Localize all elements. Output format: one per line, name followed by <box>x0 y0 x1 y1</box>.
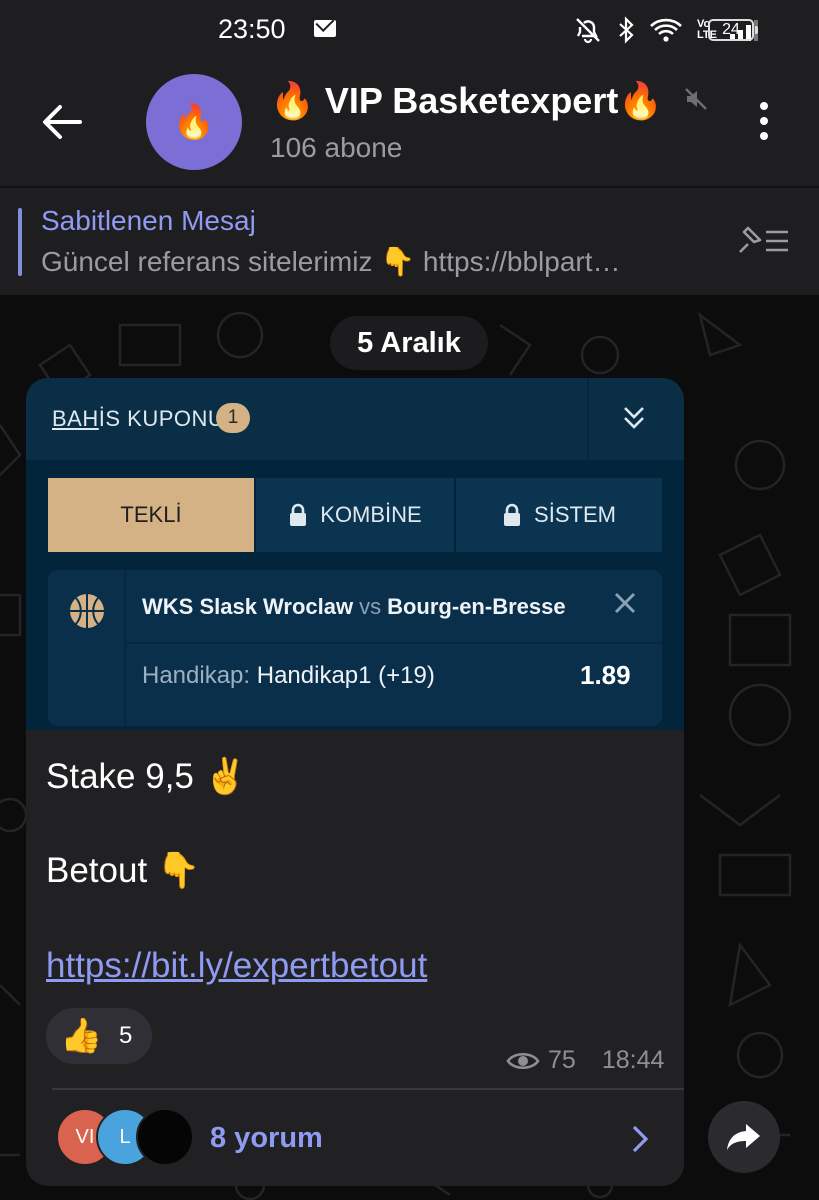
status-bar: 23:50 Vo LTE 24 <box>0 0 819 62</box>
lock-icon <box>504 503 521 526</box>
message-time: 18:44 <box>601 1046 665 1074</box>
message-meta: 75 18:44 <box>506 1046 664 1075</box>
subscriber-count: 106 abone <box>270 132 403 163</box>
more-options-icon[interactable] <box>752 102 776 146</box>
coupon-header: BAHİS KUPONU 1 <box>26 378 684 460</box>
reaction-count: 5 <box>119 1022 133 1049</box>
pinned-text: Güncel referans sitelerimiz 👇 https://bb… <box>41 246 621 277</box>
pinned-message-bar[interactable]: Sabitlenen Mesaj Güncel referans siteler… <box>0 188 819 295</box>
tab-kombine: KOMBİNE <box>256 478 454 552</box>
coupon-match-row: WKS Slask Wroclaw vs Bourg-en-Bresse Handi… <box>48 570 662 726</box>
thumbs-up-icon: 👍 <box>60 1017 103 1055</box>
bet-market: Handikap: Handikap1 (+19) <box>142 662 435 689</box>
commenter-avatars: VI L <box>56 1108 226 1166</box>
bet-odds: 1.89 <box>580 660 631 690</box>
away-team: Bourg-en-Bresse <box>387 594 566 619</box>
tab-sistem: SİSTEM <box>456 478 662 552</box>
basketball-icon <box>70 594 104 628</box>
message-text-stake: Stake 9,5 ✌️ <box>46 757 248 796</box>
coupon-tabs: TEKLİ KOMBİNE SİSTEM <box>48 478 662 552</box>
status-time: 23:50 <box>218 14 286 44</box>
eye-icon <box>506 1052 540 1069</box>
coupon-count-badge: 1 <box>216 403 250 433</box>
mail-notification-icon <box>314 20 336 37</box>
channel-title[interactable]: 🔥 VIP Basketexpert🔥 <box>270 80 663 122</box>
home-team: WKS Slask Wroclaw <box>142 594 354 619</box>
lock-icon <box>290 503 307 526</box>
wifi-icon <box>650 18 682 42</box>
battery-indicator: 24 <box>708 19 758 41</box>
collapse-chevron-icon <box>624 407 644 429</box>
coupon-title: BAHİS KUPONU <box>52 406 225 431</box>
view-count: 75 <box>548 1046 576 1074</box>
reaction-chip[interactable]: 👍 5 <box>46 1008 152 1064</box>
avatar <box>136 1108 194 1166</box>
pinned-title: Sabitlenen Mesaj <box>41 205 256 236</box>
silent-mode-icon <box>576 18 600 44</box>
pinned-indicator <box>18 208 22 276</box>
muted-icon <box>685 88 707 110</box>
message-bubble[interactable]: BAHİS KUPONU 1 TEKLİ KOMBİNE SİSTEM WKS <box>26 378 684 1186</box>
share-button[interactable] <box>708 1101 780 1173</box>
date-separator: 5 Aralık <box>330 316 488 370</box>
tab-tekli: TEKLİ <box>48 478 254 552</box>
fire-emoji-icon: 🔥 <box>172 103 216 141</box>
chat-header: 🔥 🔥 VIP Basketexpert🔥 106 abone <box>0 62 819 186</box>
message-text-betout: Betout 👇 <box>46 851 201 890</box>
close-icon <box>614 592 636 614</box>
match-teams: WKS Slask Wroclaw vs Bourg-en-Bresse <box>142 594 566 619</box>
bet-coupon-image[interactable]: BAHİS KUPONU 1 TEKLİ KOMBİNE SİSTEM WKS <box>26 378 684 730</box>
comments-link[interactable]: 8 yorum <box>210 1122 323 1155</box>
back-arrow-icon[interactable] <box>40 100 84 144</box>
share-arrow-icon <box>727 1124 760 1150</box>
chevron-right-icon[interactable] <box>630 1124 650 1154</box>
message-link[interactable]: https://bit.ly/expertbetout <box>46 946 427 986</box>
pinned-list-icon[interactable] <box>734 224 792 258</box>
bluetooth-icon <box>619 16 634 44</box>
channel-avatar[interactable]: 🔥 <box>146 74 242 170</box>
